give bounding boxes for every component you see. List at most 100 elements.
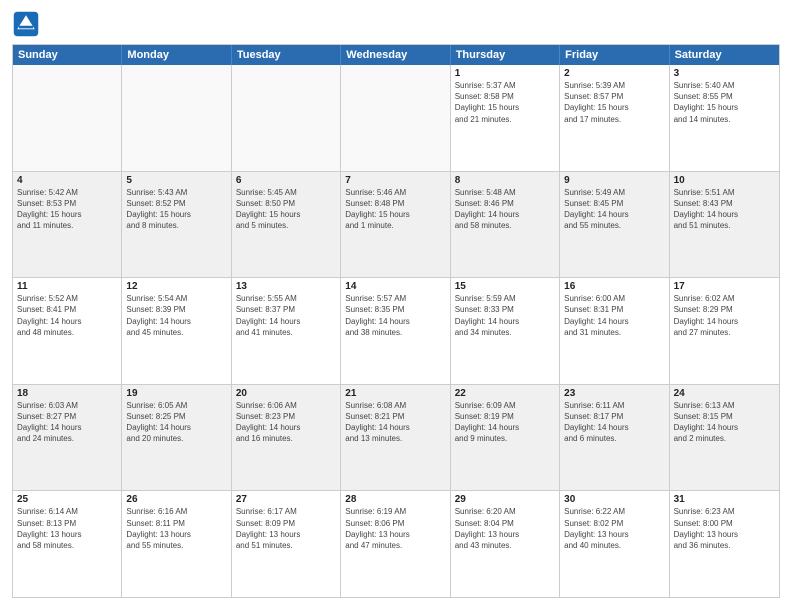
day-number: 6	[236, 175, 336, 186]
day-number: 12	[126, 281, 226, 292]
day-number: 5	[126, 175, 226, 186]
calendar-cell: 12Sunrise: 5:54 AM Sunset: 8:39 PM Dayli…	[122, 278, 231, 384]
calendar-cell: 13Sunrise: 5:55 AM Sunset: 8:37 PM Dayli…	[232, 278, 341, 384]
header	[12, 10, 780, 38]
header-day-friday: Friday	[560, 45, 669, 65]
day-number: 18	[17, 388, 117, 399]
day-info: Sunrise: 5:59 AM Sunset: 8:33 PM Dayligh…	[455, 293, 555, 338]
day-number: 31	[674, 494, 775, 505]
day-info: Sunrise: 6:03 AM Sunset: 8:27 PM Dayligh…	[17, 400, 117, 445]
calendar-row-3: 18Sunrise: 6:03 AM Sunset: 8:27 PM Dayli…	[13, 385, 779, 492]
day-info: Sunrise: 5:40 AM Sunset: 8:55 PM Dayligh…	[674, 80, 775, 125]
day-number: 13	[236, 281, 336, 292]
day-info: Sunrise: 6:23 AM Sunset: 8:00 PM Dayligh…	[674, 506, 775, 551]
calendar-cell: 10Sunrise: 5:51 AM Sunset: 8:43 PM Dayli…	[670, 172, 779, 278]
day-info: Sunrise: 5:52 AM Sunset: 8:41 PM Dayligh…	[17, 293, 117, 338]
day-number: 28	[345, 494, 445, 505]
day-info: Sunrise: 6:11 AM Sunset: 8:17 PM Dayligh…	[564, 400, 664, 445]
calendar-cell: 26Sunrise: 6:16 AM Sunset: 8:11 PM Dayli…	[122, 491, 231, 597]
day-info: Sunrise: 5:42 AM Sunset: 8:53 PM Dayligh…	[17, 187, 117, 232]
day-number: 7	[345, 175, 445, 186]
calendar-cell: 23Sunrise: 6:11 AM Sunset: 8:17 PM Dayli…	[560, 385, 669, 491]
calendar-cell: 19Sunrise: 6:05 AM Sunset: 8:25 PM Dayli…	[122, 385, 231, 491]
calendar-cell: 18Sunrise: 6:03 AM Sunset: 8:27 PM Dayli…	[13, 385, 122, 491]
logo-icon	[12, 10, 40, 38]
day-info: Sunrise: 6:14 AM Sunset: 8:13 PM Dayligh…	[17, 506, 117, 551]
day-info: Sunrise: 6:08 AM Sunset: 8:21 PM Dayligh…	[345, 400, 445, 445]
calendar-cell: 7Sunrise: 5:46 AM Sunset: 8:48 PM Daylig…	[341, 172, 450, 278]
header-day-wednesday: Wednesday	[341, 45, 450, 65]
day-number: 4	[17, 175, 117, 186]
day-number: 8	[455, 175, 555, 186]
day-number: 14	[345, 281, 445, 292]
calendar-cell: 1Sunrise: 5:37 AM Sunset: 8:58 PM Daylig…	[451, 65, 560, 171]
calendar-cell: 3Sunrise: 5:40 AM Sunset: 8:55 PM Daylig…	[670, 65, 779, 171]
day-number: 22	[455, 388, 555, 399]
calendar-cell: 27Sunrise: 6:17 AM Sunset: 8:09 PM Dayli…	[232, 491, 341, 597]
calendar-cell: 2Sunrise: 5:39 AM Sunset: 8:57 PM Daylig…	[560, 65, 669, 171]
logo	[12, 10, 42, 38]
day-number: 20	[236, 388, 336, 399]
calendar-cell: 11Sunrise: 5:52 AM Sunset: 8:41 PM Dayli…	[13, 278, 122, 384]
day-number: 1	[455, 68, 555, 79]
calendar-cell: 20Sunrise: 6:06 AM Sunset: 8:23 PM Dayli…	[232, 385, 341, 491]
day-number: 9	[564, 175, 664, 186]
day-info: Sunrise: 5:48 AM Sunset: 8:46 PM Dayligh…	[455, 187, 555, 232]
day-info: Sunrise: 5:54 AM Sunset: 8:39 PM Dayligh…	[126, 293, 226, 338]
day-number: 2	[564, 68, 664, 79]
day-info: Sunrise: 6:19 AM Sunset: 8:06 PM Dayligh…	[345, 506, 445, 551]
day-info: Sunrise: 5:57 AM Sunset: 8:35 PM Dayligh…	[345, 293, 445, 338]
header-day-thursday: Thursday	[451, 45, 560, 65]
day-info: Sunrise: 5:43 AM Sunset: 8:52 PM Dayligh…	[126, 187, 226, 232]
day-number: 19	[126, 388, 226, 399]
calendar-header: SundayMondayTuesdayWednesdayThursdayFrid…	[13, 45, 779, 65]
header-day-saturday: Saturday	[670, 45, 779, 65]
day-number: 17	[674, 281, 775, 292]
calendar-cell: 24Sunrise: 6:13 AM Sunset: 8:15 PM Dayli…	[670, 385, 779, 491]
header-day-tuesday: Tuesday	[232, 45, 341, 65]
calendar-cell	[13, 65, 122, 171]
calendar-cell: 5Sunrise: 5:43 AM Sunset: 8:52 PM Daylig…	[122, 172, 231, 278]
day-number: 16	[564, 281, 664, 292]
day-info: Sunrise: 6:20 AM Sunset: 8:04 PM Dayligh…	[455, 506, 555, 551]
day-info: Sunrise: 5:49 AM Sunset: 8:45 PM Dayligh…	[564, 187, 664, 232]
calendar-body: 1Sunrise: 5:37 AM Sunset: 8:58 PM Daylig…	[13, 65, 779, 597]
calendar-cell	[232, 65, 341, 171]
calendar-cell: 14Sunrise: 5:57 AM Sunset: 8:35 PM Dayli…	[341, 278, 450, 384]
day-info: Sunrise: 6:16 AM Sunset: 8:11 PM Dayligh…	[126, 506, 226, 551]
header-day-monday: Monday	[122, 45, 231, 65]
day-number: 29	[455, 494, 555, 505]
calendar-cell	[341, 65, 450, 171]
day-info: Sunrise: 6:06 AM Sunset: 8:23 PM Dayligh…	[236, 400, 336, 445]
day-info: Sunrise: 6:05 AM Sunset: 8:25 PM Dayligh…	[126, 400, 226, 445]
day-number: 30	[564, 494, 664, 505]
calendar: SundayMondayTuesdayWednesdayThursdayFrid…	[12, 44, 780, 598]
day-number: 26	[126, 494, 226, 505]
day-number: 23	[564, 388, 664, 399]
calendar-cell: 6Sunrise: 5:45 AM Sunset: 8:50 PM Daylig…	[232, 172, 341, 278]
day-number: 10	[674, 175, 775, 186]
calendar-cell	[122, 65, 231, 171]
calendar-row-4: 25Sunrise: 6:14 AM Sunset: 8:13 PM Dayli…	[13, 491, 779, 597]
day-info: Sunrise: 6:22 AM Sunset: 8:02 PM Dayligh…	[564, 506, 664, 551]
calendar-cell: 22Sunrise: 6:09 AM Sunset: 8:19 PM Dayli…	[451, 385, 560, 491]
day-info: Sunrise: 5:51 AM Sunset: 8:43 PM Dayligh…	[674, 187, 775, 232]
calendar-cell: 15Sunrise: 5:59 AM Sunset: 8:33 PM Dayli…	[451, 278, 560, 384]
day-info: Sunrise: 6:00 AM Sunset: 8:31 PM Dayligh…	[564, 293, 664, 338]
calendar-cell: 29Sunrise: 6:20 AM Sunset: 8:04 PM Dayli…	[451, 491, 560, 597]
day-number: 3	[674, 68, 775, 79]
header-day-sunday: Sunday	[13, 45, 122, 65]
day-info: Sunrise: 5:39 AM Sunset: 8:57 PM Dayligh…	[564, 80, 664, 125]
day-info: Sunrise: 5:37 AM Sunset: 8:58 PM Dayligh…	[455, 80, 555, 125]
calendar-cell: 17Sunrise: 6:02 AM Sunset: 8:29 PM Dayli…	[670, 278, 779, 384]
calendar-row-0: 1Sunrise: 5:37 AM Sunset: 8:58 PM Daylig…	[13, 65, 779, 172]
calendar-cell: 25Sunrise: 6:14 AM Sunset: 8:13 PM Dayli…	[13, 491, 122, 597]
day-info: Sunrise: 5:46 AM Sunset: 8:48 PM Dayligh…	[345, 187, 445, 232]
day-number: 11	[17, 281, 117, 292]
calendar-cell: 31Sunrise: 6:23 AM Sunset: 8:00 PM Dayli…	[670, 491, 779, 597]
calendar-cell: 21Sunrise: 6:08 AM Sunset: 8:21 PM Dayli…	[341, 385, 450, 491]
calendar-cell: 16Sunrise: 6:00 AM Sunset: 8:31 PM Dayli…	[560, 278, 669, 384]
calendar-row-2: 11Sunrise: 5:52 AM Sunset: 8:41 PM Dayli…	[13, 278, 779, 385]
calendar-cell: 8Sunrise: 5:48 AM Sunset: 8:46 PM Daylig…	[451, 172, 560, 278]
day-number: 24	[674, 388, 775, 399]
